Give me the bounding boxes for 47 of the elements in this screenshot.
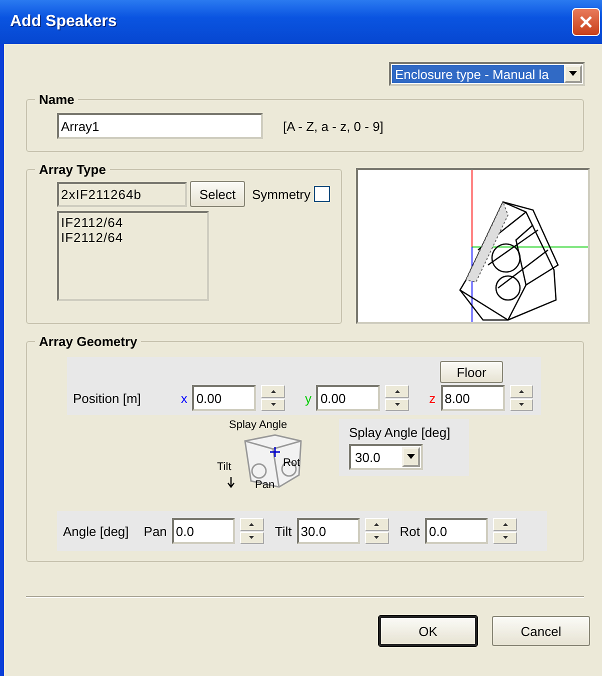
angle-field-label: Rot [400, 524, 420, 538]
group-title: Array Geometry [38, 334, 138, 349]
symmetry-label: Symmetry [252, 186, 310, 202]
spin-buttons[interactable] [385, 385, 409, 411]
angle-label: Angle [deg] [63, 524, 129, 538]
splay-angle-dropdown[interactable]: 30.0 [349, 444, 423, 470]
dialog-button[interactable]: OK [379, 616, 477, 646]
dropdown-arrow-icon [568, 71, 578, 77]
angle-input[interactable]: 0.0 [425, 518, 488, 544]
dialog-button[interactable]: Cancel [492, 616, 590, 646]
angle-field-label: Pan [144, 524, 167, 538]
symmetry-checkbox[interactable] [314, 186, 330, 202]
spin-buttons[interactable] [240, 518, 264, 544]
spin-buttons[interactable] [493, 518, 518, 544]
list-item[interactable]: IF2112/64 [61, 230, 205, 245]
axis-label: y [304, 390, 312, 406]
angle-input[interactable]: 30.0 [296, 518, 360, 544]
diagram-label: Rot [283, 457, 300, 469]
position-label: Position [m] [73, 390, 142, 406]
floor-button[interactable]: Floor [440, 361, 503, 383]
list-item[interactable]: IF2112/64 [61, 215, 205, 230]
name-hint: [A - Z, a - z, 0 - 9] [283, 118, 384, 134]
enclosure-dropdown[interactable]: Enclosure type - Manual la [389, 62, 585, 86]
window-title: Add Speakers [10, 13, 117, 31]
diagram-label: Pan [255, 479, 275, 491]
position-input[interactable]: 0.00 [192, 385, 256, 411]
position-input[interactable]: 8.00 [440, 385, 505, 411]
angle-field-label: Tilt [274, 524, 292, 538]
close-button[interactable] [572, 8, 600, 36]
position-input[interactable]: 0.00 [316, 385, 380, 411]
spin-buttons[interactable] [364, 518, 389, 544]
spin-buttons[interactable] [510, 385, 534, 411]
group-title: Array Type [38, 162, 107, 177]
speaker-list[interactable]: IF2112/64 IF2112/64 [57, 211, 209, 301]
angle-input[interactable]: 0.0 [172, 518, 235, 544]
axis-label: z [428, 390, 436, 406]
axis-label: x [180, 390, 188, 406]
group-title: Name [38, 92, 76, 107]
array-type-field[interactable]: 2xIF211264b [57, 182, 187, 206]
spin-buttons[interactable] [261, 385, 285, 411]
select-button[interactable]: Select [190, 181, 245, 207]
diagram-label: Tilt [217, 461, 232, 473]
name-input[interactable]: Array1 [57, 113, 263, 139]
splay-angle-label: Splay Angle [deg] [349, 425, 452, 440]
close-icon [578, 14, 594, 30]
dropdown-arrow-icon [406, 454, 416, 460]
diagram-label: Splay Angle [229, 419, 288, 431]
